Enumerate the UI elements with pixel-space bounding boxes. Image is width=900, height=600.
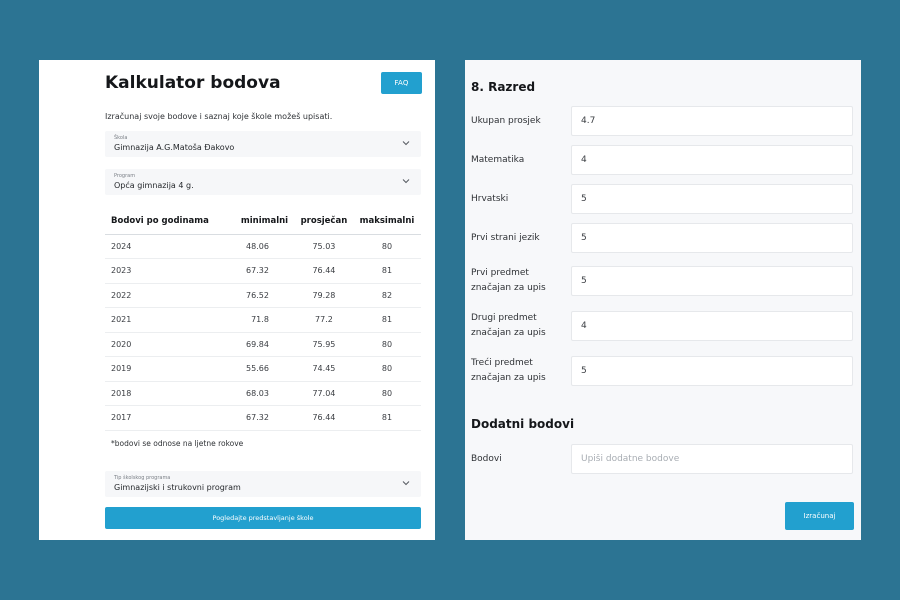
chevron-down-icon [402, 179, 410, 184]
max-cell: 80 [352, 234, 421, 259]
min-cell: 67.32 [234, 405, 295, 431]
min-cell: 69.84 [234, 332, 295, 357]
min-cell: 68.03 [234, 381, 295, 406]
year-cell: 2022 [105, 283, 235, 308]
third-subject-input[interactable] [571, 356, 853, 386]
table-row: 2022 76.52 79.28 82 [105, 283, 421, 308]
avg-cell: 74.45 [294, 356, 353, 382]
year-cell: 2024 [105, 234, 235, 259]
column-header: minimalni [234, 209, 295, 235]
year-cell: 2017 [105, 405, 235, 431]
math-input[interactable] [571, 145, 853, 175]
school-presentation-button[interactable]: Pogledajte predstavljanje škole [105, 507, 421, 529]
field-label-croatian: Hrvatski [471, 194, 509, 204]
table-row: 2021 71.8 77.2 81 [105, 307, 421, 333]
avg-cell: 77.04 [294, 381, 353, 406]
field-label-foreign-language: Prvi strani jezik [471, 233, 540, 243]
program-select[interactable]: Program Opća gimnazija 4 g. [105, 169, 421, 195]
year-cell: 2019 [105, 356, 235, 382]
program-type-select[interactable]: Tip školskog programa Gimnazijski i stru… [105, 471, 421, 497]
croatian-input[interactable] [571, 184, 853, 214]
year-cell: 2018 [105, 381, 235, 406]
chevron-down-icon [402, 481, 410, 486]
field-label-math: Matematika [471, 155, 525, 165]
min-cell: 67.32 [234, 258, 295, 284]
min-cell: 71.8 [234, 307, 295, 333]
chevron-down-icon [402, 141, 410, 146]
table-note: *bodovi se odnose na ljetne rokove [111, 439, 244, 448]
field-label-second-subject: Drugi predmet značajan za upis [471, 313, 546, 338]
grade-section-title: 8. Razred [471, 80, 536, 94]
field-label-third-subject: Treći predmet značajan za upis [471, 358, 546, 383]
table-row: 2024 48.06 75.03 80 [105, 234, 421, 259]
min-cell: 55.66 [234, 356, 295, 382]
table-row: 2018 68.03 77.04 80 [105, 381, 421, 406]
school-select[interactable]: Škola Gimnazija A.G.Matoša Đakovo [105, 131, 421, 157]
table-header-row: Bodovi po godinama minimalni prosječan m… [105, 209, 421, 235]
program-type-value: Gimnazijski i strukovni program [114, 483, 241, 492]
calculate-button[interactable]: Izračunaj [785, 502, 854, 530]
table-row: 2017 67.32 76.44 81 [105, 405, 421, 431]
foreign-language-input[interactable] [571, 223, 853, 253]
max-cell: 80 [352, 356, 421, 382]
avg-cell: 79.28 [294, 283, 353, 308]
avg-cell: 75.03 [294, 234, 353, 259]
table-row: 2019 55.66 74.45 80 [105, 356, 421, 382]
year-cell: 2020 [105, 332, 235, 357]
max-cell: 81 [352, 307, 421, 333]
extra-points-title: Dodatni bodovi [471, 417, 575, 431]
extra-points-input[interactable] [571, 444, 853, 474]
school-select-value: Gimnazija A.G.Matoša Đakovo [114, 143, 235, 152]
max-cell: 82 [352, 283, 421, 308]
second-subject-input[interactable] [571, 311, 853, 341]
year-cell: 2023 [105, 258, 235, 284]
page-title: Kalkulator bodova [105, 73, 281, 93]
calculator-panel: Kalkulator bodova FAQ Izračunaj svoje bo… [39, 60, 435, 540]
faq-button[interactable]: FAQ [381, 72, 422, 94]
grades-panel: 8. Razred Ukupan prosjek Matematika Hrva… [465, 60, 861, 540]
program-select-label: Program [114, 173, 136, 179]
max-cell: 81 [352, 405, 421, 431]
avg-cell: 77.2 [294, 307, 353, 333]
column-header: prosječan [294, 209, 353, 235]
subtitle: Izračunaj svoje bodove i saznaj koje ško… [105, 112, 333, 121]
column-header: Bodovi po godinama [105, 209, 235, 235]
max-cell: 80 [352, 332, 421, 357]
field-label-first-subject: Prvi predmet značajan za upis [471, 268, 546, 293]
column-header: maksimalni [352, 209, 421, 235]
min-cell: 48.06 [234, 234, 295, 259]
year-cell: 2021 [105, 307, 235, 333]
first-subject-input[interactable] [571, 266, 853, 296]
avg-cell: 76.44 [294, 405, 353, 431]
field-label-extra-points: Bodovi [471, 454, 502, 464]
field-label-average: Ukupan prosjek [471, 116, 541, 126]
table-row: 2023 67.32 76.44 81 [105, 258, 421, 284]
average-input[interactable] [571, 106, 853, 136]
program-type-label: Tip školskog programa [114, 475, 171, 481]
avg-cell: 75.95 [294, 332, 353, 357]
max-cell: 81 [352, 258, 421, 284]
program-select-value: Opća gimnazija 4 g. [114, 181, 194, 190]
max-cell: 80 [352, 381, 421, 406]
scores-table: Bodovi po godinama minimalni prosječan m… [105, 209, 421, 431]
table-row: 2020 69.84 75.95 80 [105, 332, 421, 357]
min-cell: 76.52 [234, 283, 295, 308]
school-select-label: Škola [114, 135, 128, 141]
avg-cell: 76.44 [294, 258, 353, 284]
